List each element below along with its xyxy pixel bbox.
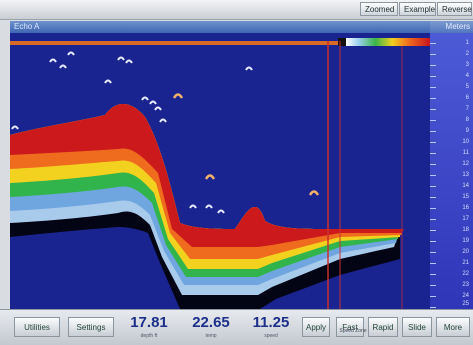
scale-label: 12: [462, 161, 469, 167]
scale-tick: [430, 175, 436, 176]
sonar-display[interactable]: [10, 33, 430, 309]
scale-label: 16: [462, 205, 469, 211]
scale-tick: [430, 197, 436, 198]
depth-scale-header: Meters: [430, 21, 473, 33]
scale-tick: [430, 241, 436, 242]
scale-label: 11: [462, 150, 469, 156]
temperature-label: temp: [205, 333, 217, 339]
scale-label: 15: [462, 194, 469, 200]
scale-tick: [430, 186, 436, 187]
scale-label: 24: [462, 293, 469, 299]
scale-label: 25: [462, 301, 469, 307]
scale-label: 17: [462, 216, 469, 222]
scale-label: 23: [462, 282, 469, 288]
fast-button[interactable]: Fast: [336, 317, 364, 337]
scale-tick: [430, 263, 436, 264]
sonar-title: Echo A: [14, 22, 40, 31]
scale-tick: [430, 153, 436, 154]
range-bar: [10, 41, 340, 45]
settings-button[interactable]: Settings: [68, 317, 114, 337]
temperature-value: 22.65: [192, 314, 230, 331]
scale-label: 3: [465, 62, 469, 68]
scale-label: 2: [465, 51, 469, 57]
sonar-header: Echo A: [10, 21, 430, 33]
slide-button[interactable]: Slide: [402, 317, 432, 337]
zoomed-button[interactable]: Zoomed: [360, 2, 398, 16]
scale-tick: [430, 65, 436, 66]
scale-label: 9: [465, 128, 469, 134]
scale-tick: [430, 109, 436, 110]
scale-tick: [430, 131, 436, 132]
bottom-toolbar: Utilities Settings 17.81 depth ft 22.65 …: [0, 309, 473, 345]
scale-label: 7: [465, 106, 469, 112]
scale-tick: [430, 98, 436, 99]
depth-readout: 17.81 depth ft: [120, 314, 178, 342]
top-toolbar: Zoomed Example Reverse: [0, 0, 473, 20]
scale-tick: [430, 274, 436, 275]
more-button[interactable]: More: [436, 317, 470, 337]
temperature-readout: 22.65 temp: [182, 314, 240, 342]
speed-readout: 11.25 speed: [244, 314, 298, 342]
scale-label: 13: [462, 172, 469, 178]
scale-label: 14: [462, 183, 469, 189]
scale-label: 1: [465, 40, 469, 46]
depth-label: depth ft: [140, 333, 158, 339]
speed-zone-label: Speed Zone: [339, 328, 367, 334]
scale-tick: [430, 285, 436, 286]
color-bar-marker: [338, 38, 346, 46]
depth-value: 17.81: [130, 314, 168, 331]
scale-label: 10: [462, 139, 469, 145]
sonar-app: Zoomed Example Reverse Echo A Meters 1 2…: [0, 0, 473, 345]
scale-label: 22: [462, 271, 469, 277]
depth-unit-label: Meters: [445, 22, 470, 31]
scale-label: 20: [462, 249, 469, 255]
scale-tick: [430, 208, 436, 209]
scale-tick: [430, 76, 436, 77]
scale-label: 6: [465, 95, 469, 101]
speed-label: speed: [264, 333, 278, 339]
depth-scale: 1 2 3 4 5 6 7 8 9 10 11 12 13 14 15 16 1…: [430, 33, 473, 309]
speed-value: 11.25: [252, 314, 290, 331]
scale-label: 8: [465, 117, 469, 123]
scale-tick: [430, 230, 436, 231]
scale-label: 18: [462, 227, 469, 233]
example-button[interactable]: Example: [399, 2, 436, 16]
scale-tick: [430, 164, 436, 165]
scale-tick: [430, 120, 436, 121]
scale-label: 5: [465, 84, 469, 90]
scale-tick: [430, 307, 436, 308]
rapid-button[interactable]: Rapid: [368, 317, 398, 337]
scale-tick: [430, 54, 436, 55]
scale-tick: [430, 219, 436, 220]
scale-tick: [430, 296, 436, 297]
reverse-button[interactable]: Reverse: [437, 2, 472, 16]
utilities-button[interactable]: Utilities: [14, 317, 60, 337]
scale-label: 21: [462, 260, 469, 266]
scale-tick: [430, 142, 436, 143]
scale-label: 19: [462, 238, 469, 244]
scale-tick: [430, 252, 436, 253]
color-bar: [346, 38, 430, 46]
scale-tick: [430, 87, 436, 88]
apply-button[interactable]: Apply: [302, 317, 330, 337]
scale-label: 4: [465, 73, 469, 79]
scale-tick: [430, 43, 436, 44]
